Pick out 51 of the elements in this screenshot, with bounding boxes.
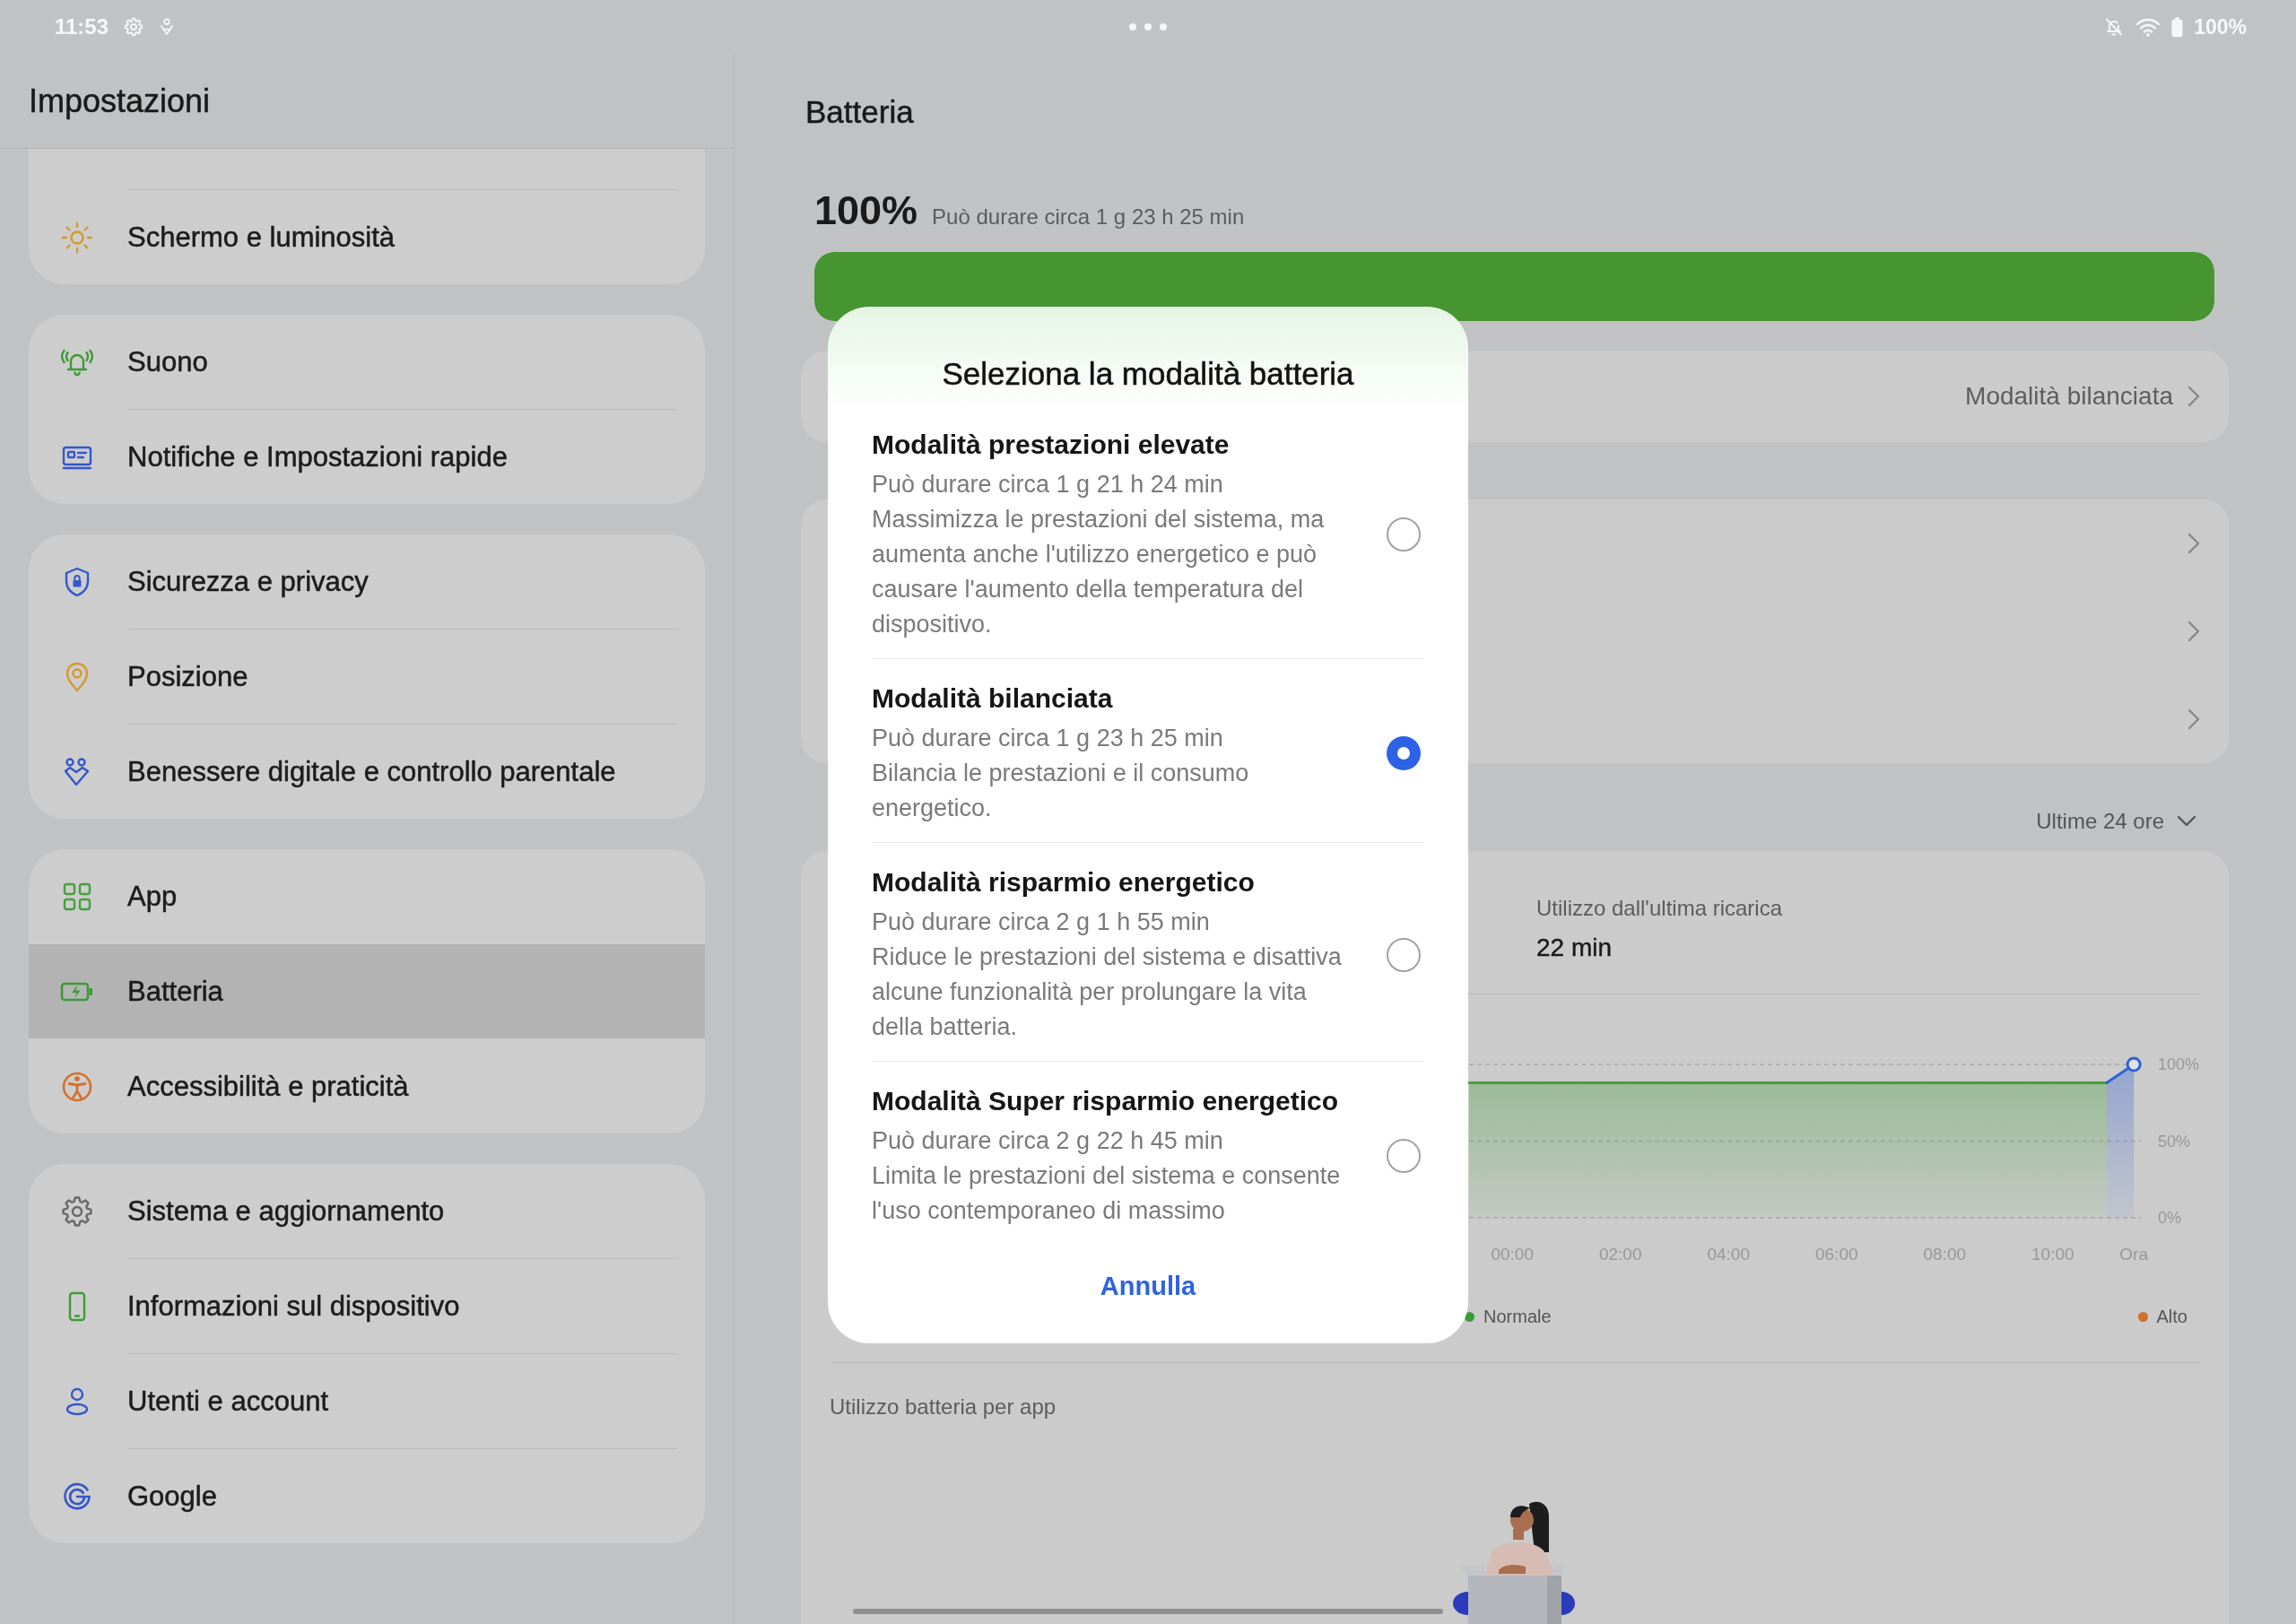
data-point-marker (2126, 1056, 2142, 1073)
chevron-right-icon (2187, 385, 2200, 407)
option-description: Massimizza le prestazioni del sistema, ma aumenta anche l'utilizzo energetico e può causare l'aumento della temperatura del dispositivo. (872, 505, 1326, 639)
option-duration: Può durare circa 1 g 21 h 24 min (872, 470, 1224, 499)
option-description: Riduce le prestazioni del sistema e disattiva alcune funzionalità per prolungare la vita della batteria. (872, 942, 1343, 1042)
radio-button[interactable] (1387, 736, 1421, 770)
sidebar-item[interactable]: Google (29, 1449, 705, 1543)
dialog-title: Seleziona la modalità batteria (941, 355, 1355, 393)
chevron-right-icon (2187, 621, 2200, 642)
option-duration: Può durare circa 2 g 22 h 45 min (872, 1126, 1224, 1156)
sidebar-item[interactable]: Sicurezza e privacy (29, 534, 705, 629)
option-description: Limita le prestazioni del sistema e consente l'uso contemporaneo di massimo (872, 1161, 1342, 1226)
legend-label: Alto (2156, 1306, 2187, 1328)
sidebar-item[interactable]: Posizione (29, 630, 705, 724)
gear-icon (123, 16, 145, 38)
battery-estimate: Può durare circa 1 g 23 h 25 min (932, 204, 1245, 230)
section-title: Utilizzo batteria per app (830, 1394, 1057, 1420)
option-description: Bilancia le prestazioni e il consumo energetico. (872, 759, 1250, 823)
option-duration: Può durare circa 2 g 1 h 55 min (872, 908, 1211, 937)
option-title: Modalità risparmio energetico (872, 866, 1255, 899)
sidebar-item[interactable]: Benessere digitale e controllo parentale (29, 725, 705, 819)
sidebar-item[interactable]: Utenti e account (29, 1354, 705, 1448)
sidebar-item[interactable]: Schermo e luminosità (29, 190, 705, 284)
legend-label: Normale (1483, 1306, 1552, 1328)
sidebar-item[interactable]: Suono (29, 315, 705, 409)
sidebar-item[interactable]: Sistema e aggiornamento (29, 1164, 705, 1258)
radio-button[interactable] (1387, 1139, 1421, 1173)
option-title: Modalità bilanciata (872, 682, 1113, 715)
figure-icon (159, 18, 176, 36)
usage-value: 22 min (1536, 933, 1613, 963)
radio-button[interactable] (1387, 517, 1421, 551)
option-title: Modalità Super risparmio energetico (872, 1085, 1339, 1117)
chevron-down-icon (2177, 815, 2196, 828)
wifi-icon (2135, 17, 2161, 37)
chevron-right-icon (2187, 533, 2200, 554)
more-icon[interactable] (1128, 22, 1168, 31)
cancel-button[interactable]: Annulla (1100, 1268, 1196, 1304)
sidebar-title: Impostazioni (29, 81, 211, 121)
sidebar-item[interactable]: Notifiche e Impostazioni rapide (29, 410, 705, 504)
usage-label: Utilizzo dall'ultima ricarica (1536, 895, 1782, 922)
option-duration: Può durare circa 1 g 23 h 25 min (872, 724, 1224, 753)
radio-button[interactable] (1387, 937, 1421, 972)
sidebar-item[interactable]: Informazioni sul dispositivo (29, 1259, 705, 1353)
battery-percentage: 100% (814, 187, 918, 234)
battery-icon (2171, 16, 2184, 38)
page-title: Batteria (805, 93, 915, 131)
sidebar-item[interactable]: Batteria (29, 944, 705, 1038)
sidebar-item[interactable]: App (29, 849, 705, 943)
period-dropdown[interactable]: Ultime 24 ore (2036, 807, 2196, 836)
chevron-right-icon (2187, 708, 2200, 730)
sidebar-item[interactable]: Accessibilità e praticità (29, 1039, 705, 1133)
